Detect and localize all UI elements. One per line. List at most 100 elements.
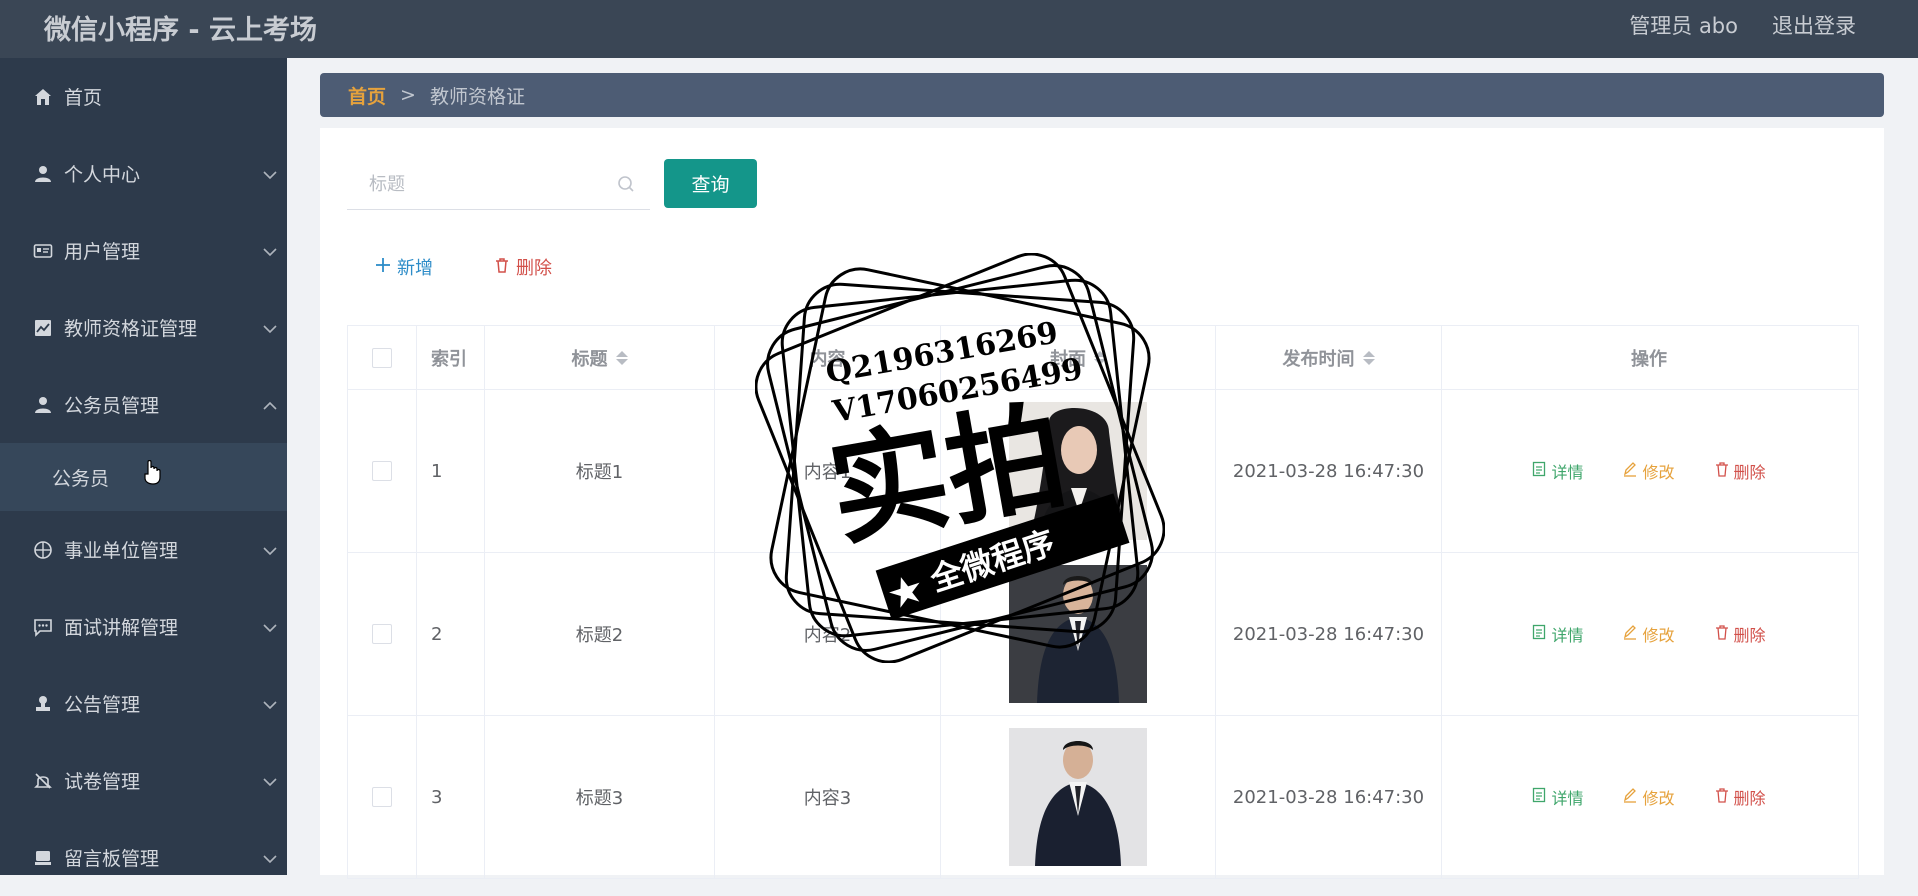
sidebar-item-label: 试卷管理 [64, 771, 141, 793]
pencil-icon [1623, 787, 1637, 807]
chevron-down-icon [263, 847, 277, 869]
detail-button[interactable]: 详情 [1532, 459, 1583, 483]
cell-cover [941, 390, 1216, 552]
header-label: 索引 [431, 348, 467, 370]
sidebar-item-personal-center[interactable]: 个人中心 [0, 135, 287, 212]
select-all-checkbox[interactable] [372, 347, 392, 368]
table-header-row: 索引 标题 内容 封面 发布时间 操作 [348, 326, 1858, 390]
delete-button[interactable]: 删除 [1715, 622, 1766, 646]
cover-image[interactable] [1009, 728, 1147, 866]
header-title[interactable]: 标题 [485, 326, 715, 389]
cell-content: 内容2 [715, 553, 941, 715]
sidebar-item-home[interactable]: 首页 [0, 58, 287, 135]
cover-image[interactable] [1009, 565, 1147, 703]
sidebar-item-user-management[interactable]: 用户管理 [0, 212, 287, 289]
search-input[interactable] [367, 173, 611, 196]
breadcrumb-current: 教师资格证 [429, 85, 525, 108]
sidebar-item-label: 首页 [64, 87, 103, 109]
compass-icon [32, 539, 54, 561]
sidebar-item-announcement-management[interactable]: 公告管理 [0, 665, 287, 742]
header-cover[interactable]: 封面 [941, 326, 1216, 389]
sidebar-item-label: 公务员管理 [64, 395, 160, 417]
bell-off-icon [32, 770, 54, 792]
cell-cover [941, 553, 1216, 715]
cell-publish-time: 2021-03-28 16:47:30 [1216, 553, 1442, 715]
document-icon [1532, 624, 1546, 644]
logout-link[interactable]: 退出登录 [1772, 10, 1856, 40]
header-label: 内容 [809, 348, 846, 370]
table-row: 3 标题3 内容3 2021-03-28 16:47:30 详情 修改 删除 [348, 716, 1858, 879]
id-card-icon [32, 240, 54, 262]
detail-label: 详情 [1551, 463, 1584, 482]
detail-button[interactable]: 详情 [1532, 785, 1583, 809]
chevron-up-icon [263, 394, 277, 416]
cover-image[interactable] [1009, 402, 1147, 540]
delete-button[interactable]: 删除 [1715, 459, 1766, 483]
edit-button[interactable]: 修改 [1623, 622, 1675, 646]
admin-user-label[interactable]: 管理员 abo [1629, 10, 1738, 40]
row-checkbox-cell [348, 390, 417, 552]
cell-publish-time: 2021-03-28 16:47:30 [1216, 716, 1442, 878]
delete-label: 删除 [1733, 626, 1766, 645]
submenu-item-label: 公务员 [52, 467, 110, 490]
detail-button[interactable]: 详情 [1532, 622, 1583, 646]
cell-operations: 详情 修改 删除 [1442, 390, 1856, 552]
edit-label: 修改 [1642, 463, 1675, 482]
detail-label: 详情 [1551, 789, 1584, 808]
cell-operations: 详情 修改 删除 [1442, 716, 1856, 878]
edit-button[interactable]: 修改 [1623, 785, 1675, 809]
sidebar-item-message-board-management[interactable]: 留言板管理 [0, 819, 287, 896]
header-checkbox-cell [348, 326, 417, 389]
header-label: 操作 [1631, 348, 1667, 370]
chevron-down-icon [263, 770, 277, 792]
sidebar-item-exam-paper-management[interactable]: 试卷管理 [0, 742, 287, 819]
pencil-icon [1623, 461, 1637, 481]
app-title: 微信小程序 - 云上考场 [44, 15, 318, 46]
detail-label: 详情 [1551, 626, 1584, 645]
pencil-icon [1623, 624, 1637, 644]
query-button[interactable]: 查询 [664, 159, 757, 208]
row-checkbox[interactable] [372, 787, 392, 807]
trash-icon [1715, 624, 1729, 644]
message-icon [32, 616, 54, 638]
sort-icon[interactable] [1094, 350, 1106, 366]
sidebar-item-interview-management[interactable]: 面试讲解管理 [0, 588, 287, 665]
breadcrumb-home-link[interactable]: 首页 [348, 82, 386, 109]
document-icon [1532, 461, 1546, 481]
chevron-down-icon [263, 616, 277, 638]
add-button-label: 新增 [397, 258, 433, 279]
edit-button[interactable]: 修改 [1623, 459, 1675, 483]
cell-index: 2 [417, 553, 485, 715]
table-row: 2 标题2 内容2 2021-03-28 16:47:30 详情 修改 删除 [348, 553, 1858, 716]
sidebar-item-civil-servant-management[interactable]: 公务员管理 [0, 366, 287, 443]
row-checkbox-cell [348, 553, 417, 715]
row-checkbox[interactable] [372, 624, 392, 644]
sidebar-item-label: 公告管理 [64, 694, 141, 716]
header-publish-time[interactable]: 发布时间 [1216, 326, 1442, 389]
trash-icon [1715, 787, 1729, 807]
add-button[interactable]: 新增 [375, 254, 433, 280]
sidebar-item-label: 教师资格证管理 [64, 318, 198, 340]
cell-operations: 详情 修改 删除 [1442, 553, 1856, 715]
cell-title: 标题3 [485, 716, 715, 878]
header-index: 索引 [417, 326, 485, 389]
header-label: 标题 [571, 348, 608, 370]
batch-delete-button[interactable]: 删除 [494, 254, 552, 280]
edit-label: 修改 [1642, 626, 1675, 645]
search-field [347, 160, 650, 210]
data-table: 索引 标题 内容 封面 发布时间 操作 1 标题1 内容1 2021-03-28… [347, 325, 1859, 879]
search-icon [616, 174, 636, 198]
header-label: 发布时间 [1282, 348, 1355, 370]
delete-label: 删除 [1733, 789, 1766, 808]
sidebar-item-label: 留言板管理 [64, 848, 160, 870]
table-row: 1 标题1 内容1 2021-03-28 16:47:30 详情 修改 删除 [348, 390, 1858, 553]
sort-icon[interactable] [1362, 350, 1375, 366]
row-checkbox[interactable] [372, 461, 392, 481]
delete-button[interactable]: 删除 [1715, 785, 1766, 809]
sort-icon[interactable] [615, 350, 628, 366]
sidebar-item-teacher-cert-management[interactable]: 教师资格证管理 [0, 289, 287, 366]
edit-label: 修改 [1642, 789, 1675, 808]
sidebar-item-public-institution-management[interactable]: 事业单位管理 [0, 511, 287, 588]
cell-publish-time: 2021-03-28 16:47:30 [1216, 390, 1442, 552]
breadcrumb: 首页 > 教师资格证 [320, 73, 1884, 117]
